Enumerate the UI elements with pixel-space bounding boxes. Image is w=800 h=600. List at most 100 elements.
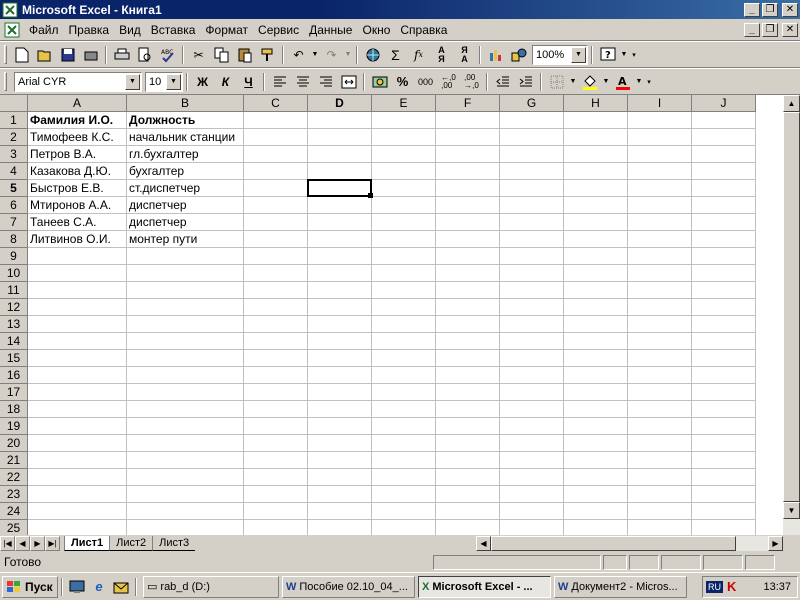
cell-j7[interactable] xyxy=(692,214,756,231)
cell-i11[interactable] xyxy=(628,282,692,299)
cell-i23[interactable] xyxy=(628,486,692,503)
cell-g10[interactable] xyxy=(500,265,564,282)
chart-wizard-icon[interactable] xyxy=(484,44,507,66)
cell-g16[interactable] xyxy=(500,367,564,384)
cell-i7[interactable] xyxy=(628,214,692,231)
cell-e22[interactable] xyxy=(372,469,436,486)
cell-a20[interactable] xyxy=(28,435,127,452)
cell-b20[interactable] xyxy=(127,435,244,452)
cell-i17[interactable] xyxy=(628,384,692,401)
toolbar-options-icon[interactable]: ▾ xyxy=(644,78,654,86)
cell-h9[interactable] xyxy=(564,248,628,265)
menu-file[interactable]: Файл xyxy=(24,23,64,37)
cell-d7[interactable] xyxy=(308,214,372,231)
workbook-icon[interactable] xyxy=(4,22,20,38)
cell-h14[interactable] xyxy=(564,333,628,350)
align-left-icon[interactable] xyxy=(268,71,291,93)
cell-e3[interactable] xyxy=(372,146,436,163)
cell-f2[interactable] xyxy=(436,129,500,146)
cell-j11[interactable] xyxy=(692,282,756,299)
column-header-h[interactable]: H xyxy=(564,95,628,112)
cell-c14[interactable] xyxy=(244,333,308,350)
cell-f8[interactable] xyxy=(436,231,500,248)
cell-g25[interactable] xyxy=(500,520,564,535)
cell-a17[interactable] xyxy=(28,384,127,401)
close-button[interactable]: ✕ xyxy=(782,2,798,17)
cell-e17[interactable] xyxy=(372,384,436,401)
start-button[interactable]: Пуск xyxy=(2,575,58,598)
cell-c5[interactable] xyxy=(244,180,308,197)
cell-c11[interactable] xyxy=(244,282,308,299)
worksheet-grid[interactable]: A B C D E F G H I J 1 Фамилия И.О. Должность 2 Тимофее… xyxy=(0,95,800,535)
cell-d2[interactable] xyxy=(308,129,372,146)
sheet-tab-1[interactable]: Лист1 xyxy=(64,536,110,551)
cell-d12[interactable] xyxy=(308,299,372,316)
cell-j15[interactable] xyxy=(692,350,756,367)
cell-c10[interactable] xyxy=(244,265,308,282)
select-all-corner[interactable] xyxy=(0,95,28,112)
clock[interactable]: 13:37 xyxy=(763,581,791,593)
fill-handle[interactable] xyxy=(368,193,373,198)
cell-g9[interactable] xyxy=(500,248,564,265)
decrease-decimal-icon[interactable]: ,00 →,0 xyxy=(460,71,483,93)
cell-f10[interactable] xyxy=(436,265,500,282)
cell-b14[interactable] xyxy=(127,333,244,350)
row-header[interactable]: 24 xyxy=(0,503,28,520)
cell-f5[interactable] xyxy=(436,180,500,197)
cell-a19[interactable] xyxy=(28,418,127,435)
cell-f25[interactable] xyxy=(436,520,500,535)
cell-a7[interactable]: Танеев С.А. xyxy=(28,214,127,231)
cell-c8[interactable] xyxy=(244,231,308,248)
cell-d1[interactable] xyxy=(308,112,372,129)
cell-i15[interactable] xyxy=(628,350,692,367)
cell-d24[interactable] xyxy=(308,503,372,520)
cell-j9[interactable] xyxy=(692,248,756,265)
taskbar-item-excel[interactable]: X Microsoft Excel - ... xyxy=(418,575,551,598)
cell-h10[interactable] xyxy=(564,265,628,282)
cell-f24[interactable] xyxy=(436,503,500,520)
cell-b19[interactable] xyxy=(127,418,244,435)
cell-b3[interactable]: гл.бухгалтер xyxy=(127,146,244,163)
cell-i3[interactable] xyxy=(628,146,692,163)
cell-e24[interactable] xyxy=(372,503,436,520)
cell-c16[interactable] xyxy=(244,367,308,384)
cell-b5[interactable]: ст.диспетчер xyxy=(127,180,244,197)
cell-a22[interactable] xyxy=(28,469,127,486)
row-header[interactable]: 8 xyxy=(0,231,28,248)
cell-d8[interactable] xyxy=(308,231,372,248)
cell-d14[interactable] xyxy=(308,333,372,350)
cell-j1[interactable] xyxy=(692,112,756,129)
cell-e5[interactable] xyxy=(372,180,436,197)
cell-f4[interactable] xyxy=(436,163,500,180)
cell-b23[interactable] xyxy=(127,486,244,503)
cell-c15[interactable] xyxy=(244,350,308,367)
active-cell-outline[interactable] xyxy=(307,179,373,198)
vertical-scrollbar[interactable]: ▲ ▼ xyxy=(783,95,800,535)
cell-c18[interactable] xyxy=(244,401,308,418)
cell-e9[interactable] xyxy=(372,248,436,265)
first-sheet-icon[interactable]: |◀ xyxy=(0,536,15,551)
cell-b15[interactable] xyxy=(127,350,244,367)
italic-button[interactable]: К xyxy=(214,71,237,93)
cell-h5[interactable] xyxy=(564,180,628,197)
increase-indent-icon[interactable] xyxy=(514,71,537,93)
cell-g7[interactable] xyxy=(500,214,564,231)
bold-button[interactable]: Ж xyxy=(191,71,214,93)
cell-e4[interactable] xyxy=(372,163,436,180)
cell-e19[interactable] xyxy=(372,418,436,435)
cell-h7[interactable] xyxy=(564,214,628,231)
cell-d17[interactable] xyxy=(308,384,372,401)
menu-help[interactable]: Справка xyxy=(395,23,452,37)
toolbar-grip[interactable] xyxy=(4,45,7,64)
cell-b8[interactable]: монтер пути xyxy=(127,231,244,248)
cell-d13[interactable] xyxy=(308,316,372,333)
cell-j6[interactable] xyxy=(692,197,756,214)
cell-i12[interactable] xyxy=(628,299,692,316)
cell-i20[interactable] xyxy=(628,435,692,452)
cell-b13[interactable] xyxy=(127,316,244,333)
cell-e16[interactable] xyxy=(372,367,436,384)
chevron-down-icon[interactable]: ▼ xyxy=(166,73,181,90)
cell-i24[interactable] xyxy=(628,503,692,520)
cell-g24[interactable] xyxy=(500,503,564,520)
cell-i6[interactable] xyxy=(628,197,692,214)
